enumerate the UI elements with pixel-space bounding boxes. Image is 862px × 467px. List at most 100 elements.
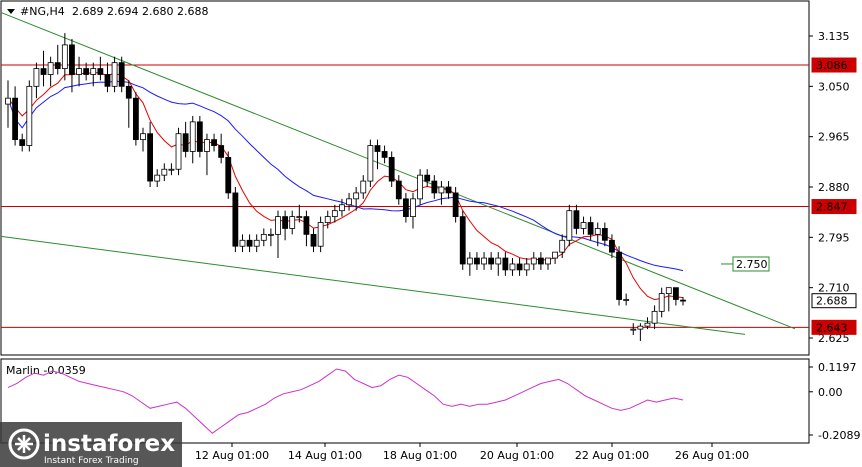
candle-body (353, 192, 360, 200)
candle-body (232, 192, 239, 247)
channel-target-text: 2.750 (736, 258, 768, 271)
candle-body (651, 310, 658, 324)
candle-body (431, 180, 438, 194)
candle-body (566, 210, 573, 241)
candle-body (665, 287, 672, 294)
time-tick-label: 12 Aug 01:00 (195, 449, 269, 462)
candle-body (374, 145, 381, 152)
candle-body (189, 121, 196, 152)
candle-body (61, 44, 68, 69)
candle-body (545, 257, 551, 265)
candle-body (211, 139, 217, 146)
candle-body (594, 228, 601, 235)
candle-body (417, 174, 424, 200)
ohlc-label: 2.689 2.694 2.680 2.688 (72, 5, 208, 18)
candle-body (367, 145, 374, 182)
candle-body (33, 68, 40, 87)
candle-body (424, 174, 431, 182)
watermark-brand: instaforex (43, 431, 175, 457)
candle-body (601, 228, 608, 241)
candle-body (253, 239, 260, 247)
candle-body (5, 97, 11, 105)
candle-body (303, 216, 310, 235)
candle-body (196, 121, 203, 152)
candle-body (672, 287, 679, 300)
price-tick-label: 2.795 (818, 231, 850, 244)
candle-body (289, 216, 296, 229)
chart-background (0, 0, 862, 467)
candle-body (502, 257, 509, 271)
candle-body (140, 133, 146, 141)
candle-body (83, 68, 90, 75)
price-tick-label: 2.965 (818, 131, 850, 144)
indicator-label: Marlin -0.0359 (6, 364, 86, 377)
candle-body (395, 180, 402, 200)
time-tick-label: 26 Aug 01:00 (675, 449, 749, 462)
candle-body (481, 257, 487, 265)
watermark-tagline: Instant Forex Trading (44, 456, 139, 466)
candle-body (97, 68, 104, 75)
candle-body (267, 233, 274, 236)
candle-body (452, 192, 459, 218)
indicator-tick-label: 0.1197 (818, 361, 857, 374)
candle-body (168, 168, 175, 171)
candle-body (537, 257, 544, 265)
candle-body (523, 263, 530, 271)
candle-body (104, 74, 111, 87)
candle-body (260, 233, 267, 241)
candle-body (402, 198, 409, 218)
candle-body (182, 133, 189, 152)
candle-body (474, 257, 480, 265)
candle-body (410, 198, 416, 218)
price-tick-label: 2.710 (818, 282, 850, 295)
candle-body (40, 68, 47, 75)
candle-body (147, 133, 154, 182)
time-tick-label: 14 Aug 01:00 (288, 449, 362, 462)
candle-body (438, 186, 445, 194)
candle-body (161, 168, 168, 176)
candle-body (331, 210, 338, 218)
candle-body (218, 145, 225, 158)
instaforex-watermark: instaforex Instant Forex Trading (0, 422, 182, 467)
level-mid-tag-text: 2.847 (816, 201, 848, 214)
time-tick-label: 20 Aug 01:00 (480, 449, 554, 462)
candle-body (552, 251, 559, 259)
candle-body (54, 62, 61, 69)
candle-body (381, 151, 388, 158)
price-tick-label: 3.050 (818, 80, 850, 93)
candle-body (339, 204, 345, 212)
candle-body (125, 85, 132, 99)
candle-body (466, 257, 473, 265)
candle-body (69, 44, 75, 75)
candle-body (530, 257, 537, 265)
candle-body (175, 133, 182, 170)
candle-body (609, 239, 615, 253)
candle-body (47, 62, 54, 75)
candle-body (680, 299, 686, 302)
candle-body (317, 222, 324, 247)
candle-body (644, 322, 651, 327)
candle-body (246, 239, 253, 247)
candle-body (90, 68, 97, 75)
level-low-tag-text: 2.643 (816, 321, 848, 334)
candle-body (658, 293, 665, 312)
candle-body (118, 62, 125, 87)
candle-body (12, 97, 19, 141)
indicator-tick-label: -0.2089 (818, 429, 860, 442)
candle-body (637, 325, 644, 330)
candle-body (225, 156, 232, 194)
candle-body (204, 139, 210, 152)
candle-body (459, 216, 466, 265)
candle-body (587, 222, 594, 235)
candle-body (310, 233, 317, 247)
indicator-tick-label: 0.00 (818, 386, 843, 399)
current-price-tag-text: 2.688 (816, 295, 848, 308)
time-tick-label: 18 Aug 01:00 (383, 449, 457, 462)
chart-root: #NG,H4 2.689 2.694 2.680 2.688 3.135 3.05… (0, 0, 862, 467)
candle-body (282, 216, 289, 229)
candle-body (623, 299, 630, 301)
candle-body (324, 216, 331, 223)
candle-body (573, 210, 580, 229)
time-tick-label: 22 Aug 01:00 (575, 449, 649, 462)
candle-body (580, 222, 587, 229)
